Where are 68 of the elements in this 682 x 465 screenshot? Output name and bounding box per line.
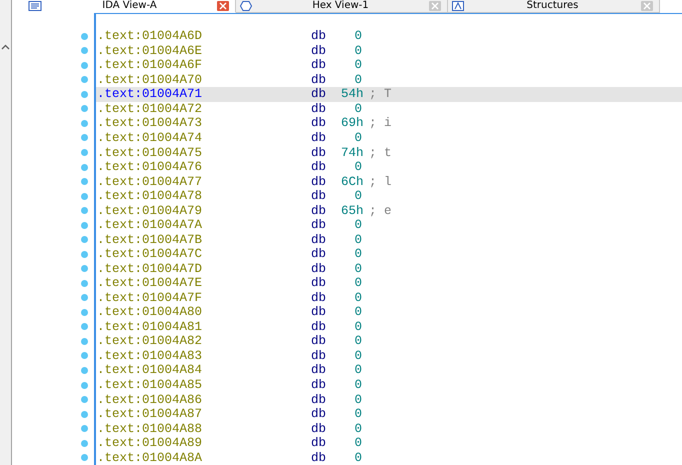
listing-line[interactable]: .text:01004A82 db 0 [96,334,682,349]
listing-line[interactable]: .text:01004A7A db 0 [96,218,682,232]
listing-line[interactable]: .text:01004A74 db 0 [96,130,682,146]
listing-line[interactable]: .text:01004A6D db 0 [96,29,682,44]
listing-line[interactable]: .text:01004A6F db 0 [96,58,682,73]
breakpoint-dot-icon [81,90,88,98]
breakpoint-dot-icon [81,222,88,229]
breakpoint-dot-icon [81,338,88,345]
breakpoint-dot-icon [81,454,88,462]
listing-line[interactable]: .text:01004A7F db 0 [96,290,682,306]
breakpoint-dot-icon [81,47,88,54]
breakpoint-dot-icon [81,164,88,171]
listing-line[interactable]: .text:01004A7E db 0 [96,276,682,291]
listing-line[interactable]: .text:01004A70 db 0 [96,72,682,88]
breakpoint-dot-icon [81,120,88,127]
close-icon[interactable] [641,1,653,11]
listing-line[interactable]: .text:01004A86 db 0 [96,392,682,407]
listing-line[interactable]: .text:01004A8A db 0 [96,450,682,465]
breakpoint-dot-icon [81,149,88,156]
listing-line[interactable]: .text:01004A75 db 74h ; t [96,145,682,160]
listing-line[interactable]: .text:01004A87 db 0 [96,406,682,422]
breakpoint-dot-icon [81,105,88,112]
listing-line[interactable]: .text:01004A88 db 0 [96,421,682,436]
close-icon[interactable] [429,1,441,11]
breakpoint-dot-icon [81,410,88,418]
breakpoint-dot-icon [81,280,88,287]
listing-line[interactable]: .text:01004A76 db 0 [96,160,682,174]
listing-line[interactable]: .text:01004A77 db 6Ch ; l [96,174,682,189]
breakpoint-dot-icon [81,352,88,360]
listing-line[interactable]: .text:01004A80 db 0 [96,305,682,320]
close-icon[interactable] [217,1,229,11]
breakpoint-dot-icon [81,294,88,302]
listing-line[interactable]: .text:01004A78 db 0 [96,188,682,204]
breakpoint-dot-icon [81,192,88,200]
breakpoint-dot-icon [81,76,88,84]
document-icon [28,1,42,11]
breakpoint-dot-icon [81,207,88,214]
breakpoint-dot-icon [81,382,88,389]
listing-line[interactable]: .text:01004A7C db 0 [96,246,682,262]
tab[interactable]: Hex View-1 [236,0,448,13]
breakpoint-dot-icon [81,236,88,244]
structure-icon [452,1,464,11]
breakpoint-dot-icon [81,265,88,272]
listing-line[interactable]: .text:01004A85 db 0 [96,378,682,392]
hexagon-icon [240,1,252,11]
breakpoint-dot-icon [81,178,88,186]
breakpoint-dot-icon [81,396,88,404]
listing-line[interactable]: .text:01004A89 db 0 [96,436,682,450]
listing-line[interactable]: .text:01004A83 db 0 [96,348,682,364]
listing-line[interactable]: .text:01004A72 db 0 [96,102,682,116]
breakpoint-dot-icon [81,62,88,69]
listing-line[interactable]: .text:01004A81 db 0 [96,320,682,334]
listing-line[interactable]: .text:01004A7D db 0 [96,262,682,276]
breakpoint-dot-icon [81,250,88,258]
breakpoint-dot-icon [81,425,88,432]
breakpoint-dot-icon [81,32,88,40]
breakpoint-dot-icon [81,308,88,316]
listing-line[interactable]: .text:01004A79 db 65h ; e [96,203,682,218]
listing-line[interactable]: .text:01004A6E db 0 [96,44,682,58]
side-scrollbar[interactable] [0,0,12,465]
listing-line[interactable]: .text:01004A73 db 69h ; i [96,116,682,131]
breakpoint-dot-icon [81,440,88,447]
breakpoint-dot-icon [81,134,88,142]
listing-line[interactable]: .text:01004A84 db 0 [96,363,682,378]
tab[interactable]: Structures [448,0,660,13]
breakpoint-dot-icon [81,323,88,330]
listing-line[interactable]: .text:01004A7B db 0 [96,232,682,247]
breakpoint-dot-icon [81,366,88,374]
